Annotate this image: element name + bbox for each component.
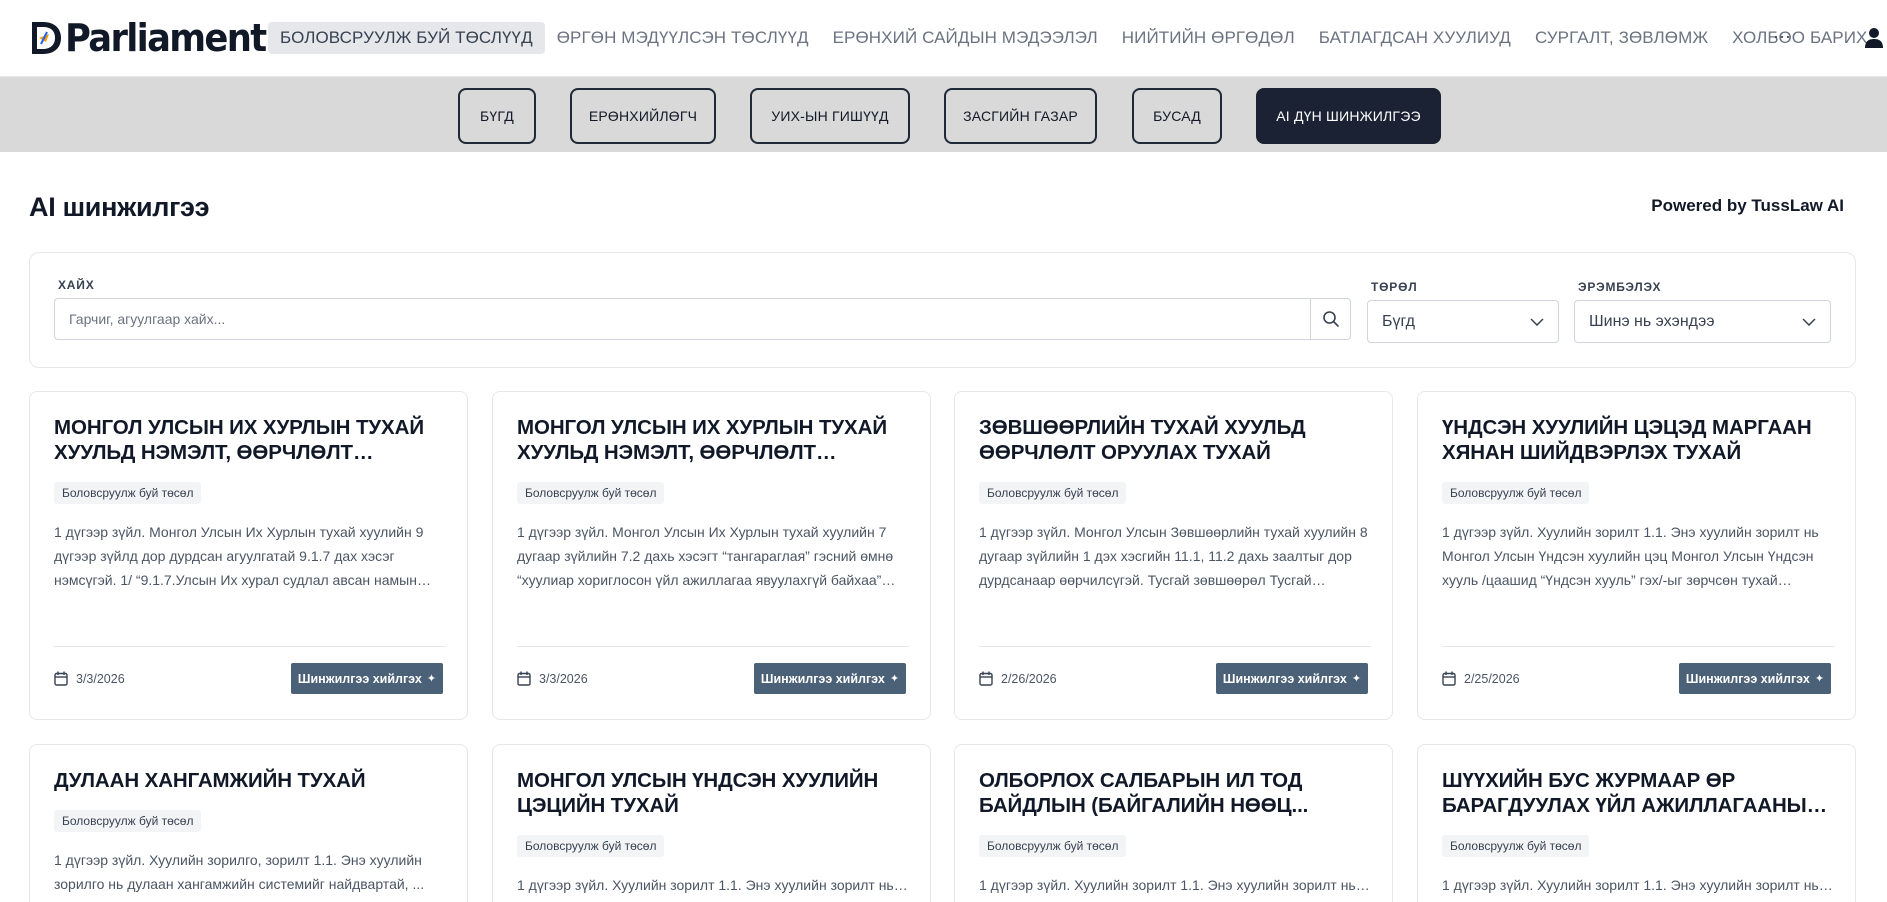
sort-filter-label: ЭРЭМБЭЛЭХ <box>1578 280 1662 294</box>
status-badge: Боловсруулж буй төсөл <box>54 810 202 832</box>
card-date: 2/25/2026 <box>1442 671 1520 686</box>
analysis-card: ДУЛААН ХАНГАМЖИЙН ТУХАЙ Боловсруулж буй … <box>29 744 468 902</box>
card-date: 2/26/2026 <box>979 671 1057 686</box>
calendar-icon <box>1442 671 1456 686</box>
analysis-card: ЗӨВШӨӨРЛИЙН ТУХАЙ ХУУЛЬД ӨӨРЧЛӨЛТ ОРУУЛА… <box>954 391 1393 720</box>
calendar-icon <box>517 671 531 686</box>
filter-mps-button[interactable]: УИХ-ЫН ГИШҮҮД <box>750 88 910 144</box>
status-badge: Боловсруулж буй төсөл <box>1442 835 1590 857</box>
card-title[interactable]: МОНГОЛ УЛСЫН ҮНДСЭН ХУУЛИЙН ЦЭЦИЙН ТУХАЙ <box>517 768 909 818</box>
card-title[interactable]: ҮНДСЭН ХУУЛИЙН ЦЭЦЭД МАРГААН ХЯНАН ШИЙДВ… <box>1442 415 1834 465</box>
user-icon[interactable] <box>1864 27 1884 49</box>
card-title[interactable]: ДУЛААН ХАНГАМЖИЙН ТУХАЙ <box>54 768 446 793</box>
analyze-button-label: Шинжилгээ хийлгэх <box>1685 671 1810 686</box>
card-excerpt: 1 дүгээр зүйл. Монгол Улсын Их Хурлын ту… <box>54 524 424 588</box>
card-excerpt: 1 дүгээр зүйл. Монгол Улсын Зөвшөөрлийн … <box>979 524 1368 588</box>
analysis-card: ҮНДСЭН ХУУЛИЙН ЦЭЦЭД МАРГААН ХЯНАН ШИЙДВ… <box>1417 391 1856 720</box>
status-badge: Боловсруулж буй төсөл <box>517 835 665 857</box>
status-badge: Боловсруулж буй төсөл <box>517 482 665 504</box>
analysis-card: МОНГОЛ УЛСЫН ИХ ХУРЛЫН ТУХАЙ ХУУЛЬД НЭМЭ… <box>492 391 931 720</box>
search-input[interactable] <box>55 299 1310 339</box>
analysis-card: МОНГОЛ УЛСЫН ҮНДСЭН ХУУЛИЙН ЦЭЦИЙН ТУХАЙ… <box>492 744 931 902</box>
sparkle-icon: ✦ <box>889 673 900 685</box>
logo-text: Parliament <box>65 16 267 60</box>
card-excerpt: 1 дүгээр зүйл. Хуулийн зорилт 1.1. Энэ х… <box>979 877 1356 893</box>
card-excerpt: 1 дүгээр зүйл. Хуулийн зорилт 1.1. Энэ х… <box>1442 524 1819 588</box>
card-title[interactable]: МОНГОЛ УЛСЫН ИХ ХУРЛЫН ТУХАЙ ХУУЛЬД НЭМЭ… <box>54 415 446 465</box>
filter-government-button[interactable]: ЗАСГИЙН ГАЗАР <box>944 88 1097 144</box>
calendar-icon <box>54 671 68 686</box>
analysis-card: МОНГОЛ УЛСЫН ИХ ХУРЛЫН ТУХАЙ ХУУЛЬД НЭМЭ… <box>29 391 468 720</box>
card-divider <box>1442 646 1834 647</box>
analyze-button-label: Шинжилгээ хийлгэх <box>1222 671 1347 686</box>
card-date-text: 2/25/2026 <box>1464 671 1520 686</box>
nav-item-pm-info[interactable]: ЕРӨНХИЙ САЙДЫН МЭДЭЭЛЭЛ <box>821 22 1110 54</box>
card-excerpt: 1 дүгээр зүйл. Монгол Улсын Их Хурлын ту… <box>517 524 894 588</box>
filter-ai-analysis-button[interactable]: AI ДҮН ШИНЖИЛГЭЭ <box>1256 88 1441 144</box>
analyze-button[interactable]: Шинжилгээ хийлгэх ✦ <box>1216 663 1368 694</box>
parliament-logo-icon <box>29 20 63 56</box>
filter-president-button[interactable]: ЕРӨНХИЙЛӨГЧ <box>570 88 716 144</box>
search-box <box>54 298 1351 340</box>
nav-item-submitted-bills[interactable]: ӨРГӨН МЭДҮҮЛСЭН ТӨСЛҮҮД <box>545 22 821 54</box>
status-badge: Боловсруулж буй төсөл <box>979 835 1127 857</box>
card-date-text: 3/3/2026 <box>539 671 588 686</box>
chevron-down-icon <box>1802 317 1816 326</box>
card-date: 3/3/2026 <box>517 671 588 686</box>
top-navbar: Parliament БОЛОВСРУУЛЖ БУЙ ТӨСЛҮҮД ӨРГӨН… <box>0 0 1887 77</box>
filter-other-button[interactable]: БУСАД <box>1132 88 1222 144</box>
card-divider <box>979 646 1371 647</box>
search-label: ХАЙХ <box>58 278 95 292</box>
chevron-down-icon <box>1530 317 1544 326</box>
type-filter-label: ТӨРӨЛ <box>1371 280 1418 294</box>
parliament-logo[interactable]: Parliament <box>29 18 281 58</box>
card-title[interactable]: ОЛБОРЛОХ САЛБАРЫН ИЛ ТОД БАЙДЛЫН (БАЙГАЛ… <box>979 768 1371 818</box>
card-divider <box>54 646 446 647</box>
search-button[interactable] <box>1310 299 1350 339</box>
search-icon <box>1322 311 1339 327</box>
status-badge: Боловсруулж буй төсөл <box>54 482 202 504</box>
analysis-card: ШҮҮХИЙН БУС ЖУРМААР ӨР БАРАГДУУЛАХ ҮЙЛ А… <box>1417 744 1856 902</box>
sort-filter-value: Шинэ нь эхэндээ <box>1589 312 1715 330</box>
sparkle-icon: ✦ <box>426 673 437 685</box>
page-title: AI шинжилгээ <box>29 192 210 222</box>
card-excerpt: 1 дүгээр зүйл. Хуулийн зорилт 1.1. Энэ х… <box>1442 877 1819 893</box>
nav-item-contact[interactable]: ХОЛБОО БАРИХ <box>1720 22 1879 54</box>
sparkle-icon: ✦ <box>1351 673 1362 685</box>
sparkle-icon: ✦ <box>1814 673 1825 685</box>
card-divider <box>517 646 909 647</box>
calendar-icon <box>979 671 993 686</box>
main-nav: БОЛОВСРУУЛЖ БУЙ ТӨСЛҮҮД ӨРГӨН МЭДҮҮЛСЭН … <box>268 22 1879 54</box>
nav-item-public-petitions[interactable]: НИЙТИЙН ӨРГӨДӨЛ <box>1110 22 1307 54</box>
card-excerpt: 1 дүгээр зүйл. Хуулийн зорилт 1.1. Энэ х… <box>517 877 894 893</box>
card-excerpt: 1 дүгээр зүйл. Хуулийн зорилго, зорилт 1… <box>54 852 425 892</box>
card-date: 3/3/2026 <box>54 671 125 686</box>
card-title[interactable]: МОНГОЛ УЛСЫН ИХ ХУРЛЫН ТУХАЙ ХУУЛЬД НЭМЭ… <box>517 415 909 465</box>
card-title[interactable]: ЗӨВШӨӨРЛИЙН ТУХАЙ ХУУЛЬД ӨӨРЧЛӨЛТ ОРУУЛА… <box>979 415 1371 465</box>
nav-item-approved-laws[interactable]: БАТЛАГДСАН ХУУЛИУД <box>1307 22 1523 54</box>
nav-item-drafting-bills[interactable]: БОЛОВСРУУЛЖ БУЙ ТӨСЛҮҮД <box>268 22 545 54</box>
category-filter-bar: БҮГД ЕРӨНХИЙЛӨГЧ УИХ-ЫН ГИШҮҮД ЗАСГИЙН Г… <box>0 77 1887 152</box>
card-title[interactable]: ШҮҮХИЙН БУС ЖУРМААР ӨР БАРАГДУУЛАХ ҮЙЛ А… <box>1442 768 1834 818</box>
type-filter-select[interactable]: Бүгд <box>1367 300 1559 343</box>
analysis-card: ОЛБОРЛОХ САЛБАРЫН ИЛ ТОД БАЙДЛЫН (БАЙГАЛ… <box>954 744 1393 902</box>
card-date-text: 2/26/2026 <box>1001 671 1057 686</box>
powered-by-label: Powered by TussLaw AI <box>1651 196 1844 215</box>
status-badge: Боловсруулж буй төсөл <box>979 482 1127 504</box>
type-filter-value: Бүгд <box>1382 312 1415 330</box>
analyze-button-label: Шинжилгээ хийлгэх <box>297 671 422 686</box>
nav-more-button[interactable]: ··· <box>1773 22 1791 54</box>
nav-item-training[interactable]: СУРГАЛТ, ЗӨВЛӨМЖ <box>1523 22 1720 54</box>
analyze-button-label: Шинжилгээ хийлгэх <box>760 671 885 686</box>
analyze-button[interactable]: Шинжилгээ хийлгэх ✦ <box>1679 663 1831 694</box>
sort-filter-select[interactable]: Шинэ нь эхэндээ <box>1574 300 1831 343</box>
card-date-text: 3/3/2026 <box>76 671 125 686</box>
analyze-button[interactable]: Шинжилгээ хийлгэх ✦ <box>754 663 906 694</box>
search-panel: ХАЙХ ТӨРӨЛ Бүгд ЭРЭМБЭЛЭХ Шинэ нь эхэндэ… <box>29 252 1856 368</box>
analyze-button[interactable]: Шинжилгээ хийлгэх ✦ <box>291 663 443 694</box>
filter-all-button[interactable]: БҮГД <box>458 88 536 144</box>
status-badge: Боловсруулж буй төсөл <box>1442 482 1590 504</box>
